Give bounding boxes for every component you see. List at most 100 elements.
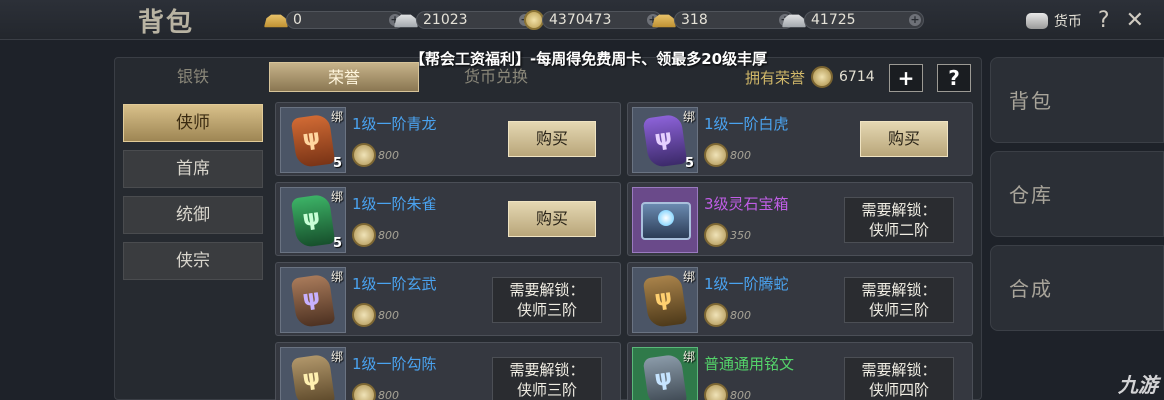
unlock-requirement: 需要解锁： 侠师三阶 [492, 357, 602, 400]
honor-help-button[interactable]: ? [937, 64, 971, 92]
honor-label: 拥有荣誉 [745, 68, 806, 87]
currency-gold-2: 318 + [652, 9, 794, 31]
item-quantity: 5 [684, 156, 694, 171]
add-honor-button[interactable]: + [889, 64, 923, 92]
item-name: 1级一阶勾陈 [352, 355, 437, 373]
rune-qinglong-icon: ψ 绑 5 [280, 107, 346, 173]
add-currency-button[interactable]: + [909, 14, 921, 26]
shop-item[interactable]: ψ 绑 5 1级一阶青龙 800 购买 [275, 102, 621, 176]
bound-badge: 绑 [330, 270, 343, 284]
shop-panel: 银铁 荣誉 货币兑换 拥有荣誉 6714 + ? 侠师 首席 统御 侠宗 ψ 绑… [114, 57, 982, 400]
nav-synthesis[interactable]: 合成 [990, 245, 1164, 331]
bound-badge: 绑 [682, 350, 695, 364]
spirit-stone-chest-icon [632, 187, 698, 253]
currency-silver: 21023 + [394, 9, 534, 31]
bound-badge: 绑 [330, 350, 343, 364]
honor-coin-icon [704, 143, 728, 167]
currency-value: 4370473 [549, 12, 612, 28]
bound-badge: 绑 [682, 270, 695, 284]
item-name: 1级一阶青龙 [352, 115, 437, 133]
unlock-requirement: 需要解锁： 侠师四阶 [844, 357, 954, 400]
tab-honor[interactable]: 荣誉 [269, 62, 419, 92]
gold-ingot-icon [652, 14, 676, 28]
rune-zhuque-icon: ψ 绑 5 [280, 187, 346, 253]
item-price: 800 [352, 303, 399, 327]
shop-item[interactable]: 3级灵石宝箱 350 需要解锁： 侠师二阶 [627, 182, 973, 256]
unlock-requirement: 需要解锁： 侠师二阶 [844, 197, 954, 243]
currency-gold: 0 + [264, 9, 404, 31]
copper-coin-icon [524, 10, 544, 30]
honor-coin-icon [352, 303, 376, 327]
honor-coin-icon [811, 66, 834, 88]
nav-warehouse[interactable]: 仓库 [990, 151, 1164, 237]
currency-value: 0 [293, 12, 302, 28]
honor-coin-icon [352, 223, 376, 247]
item-quantity: 5 [332, 156, 342, 171]
sidebar-item-tongyu[interactable]: 统御 [123, 196, 263, 234]
shop-item[interactable]: ψ 绑 1级一阶腾蛇 800 需要解锁： 侠师三阶 [627, 262, 973, 336]
item-name: 1级一阶腾蛇 [704, 275, 789, 293]
shop-item[interactable]: ψ 绑 5 1级一阶朱雀 800 购买 [275, 182, 621, 256]
silver-ingot-icon [782, 14, 806, 28]
sidebar-item-xiashi[interactable]: 侠师 [123, 104, 263, 142]
currency-value: 318 [681, 12, 708, 28]
item-price: 800 [704, 383, 751, 400]
watermark-logo: 九游 [1118, 373, 1158, 397]
unlock-requirement: 需要解锁： 侠师三阶 [844, 277, 954, 323]
rune-xuanwu-icon: ψ 绑 [280, 267, 346, 333]
item-price: 800 [352, 223, 399, 247]
honor-coin-icon [704, 223, 728, 247]
item-price: 800 [704, 143, 751, 167]
honor-coin-icon [352, 383, 376, 400]
honor-coin-icon [704, 383, 728, 400]
announcement-banner: 【帮会工资福利】-每周得免费周卡、领最多20级丰厚 [410, 50, 768, 68]
currency-label[interactable]: 货币 [1054, 11, 1082, 31]
nav-backpack[interactable]: 背包 [990, 57, 1164, 143]
item-name: 1级一阶玄武 [352, 275, 437, 293]
rune-gouchen-icon: ψ 绑 [280, 347, 346, 400]
top-right-controls: 货币 ? ✕ [1025, 8, 1144, 33]
top-bar: 背包 0 + 21023 + 4370473 + 318 + 41725 + [0, 0, 1164, 40]
item-name: 3级灵石宝箱 [704, 195, 789, 213]
honor-value: 6714 [839, 69, 875, 85]
help-icon[interactable]: ? [1098, 8, 1110, 33]
shop-item[interactable]: ψ 绑 1级一阶勾陈 800 需要解锁： 侠师三阶 [275, 342, 621, 400]
window-title: 背包 [138, 8, 195, 38]
item-name: 1级一阶白虎 [704, 115, 789, 133]
honor-coin-icon [352, 143, 376, 167]
item-price: 800 [704, 303, 751, 327]
rank-sidebar: 侠师 首席 统御 侠宗 [123, 104, 263, 288]
buy-button[interactable]: 购买 [860, 121, 948, 157]
currency-stack-icon[interactable] [1025, 12, 1048, 29]
close-icon[interactable]: ✕ [1126, 8, 1144, 33]
honor-balance: 拥有荣誉 6714 [745, 66, 875, 88]
bound-badge: 绑 [682, 110, 695, 124]
inscription-icon: ψ 绑 [632, 347, 698, 400]
currency-coin: 4370473 + [524, 9, 662, 31]
shop-item[interactable]: ψ 绑 普通通用铭文 800 需要解锁： 侠师四阶 [627, 342, 973, 400]
unlock-requirement: 需要解锁： 侠师三阶 [492, 277, 602, 323]
shop-item[interactable]: ψ 绑 1级一阶玄武 800 需要解锁： 侠师三阶 [275, 262, 621, 336]
currency-value: 41725 [811, 12, 856, 28]
item-price: 350 [704, 223, 751, 247]
tab-silver-iron[interactable]: 银铁 [123, 62, 263, 92]
sidebar-item-shouxi[interactable]: 首席 [123, 150, 263, 188]
rune-tengshe-icon: ψ 绑 [632, 267, 698, 333]
sidebar-item-xiazong[interactable]: 侠宗 [123, 242, 263, 280]
honor-coin-icon [704, 303, 728, 327]
right-nav: 背包 仓库 合成 [990, 57, 1164, 339]
item-price: 800 [352, 383, 399, 400]
item-price: 800 [352, 143, 399, 167]
item-name: 普通通用铭文 [704, 355, 795, 373]
bound-badge: 绑 [330, 190, 343, 204]
buy-button[interactable]: 购买 [508, 121, 596, 157]
buy-button[interactable]: 购买 [508, 201, 596, 237]
currency-value: 21023 [423, 12, 468, 28]
rune-baihu-icon: ψ 绑 5 [632, 107, 698, 173]
item-name: 1级一阶朱雀 [352, 195, 437, 213]
shop-item[interactable]: ψ 绑 5 1级一阶白虎 800 购买 [627, 102, 973, 176]
silver-ingot-icon [394, 14, 418, 28]
bound-badge: 绑 [330, 110, 343, 124]
currency-silver-2: 41725 + [782, 9, 924, 31]
gold-ingot-icon [264, 14, 288, 28]
